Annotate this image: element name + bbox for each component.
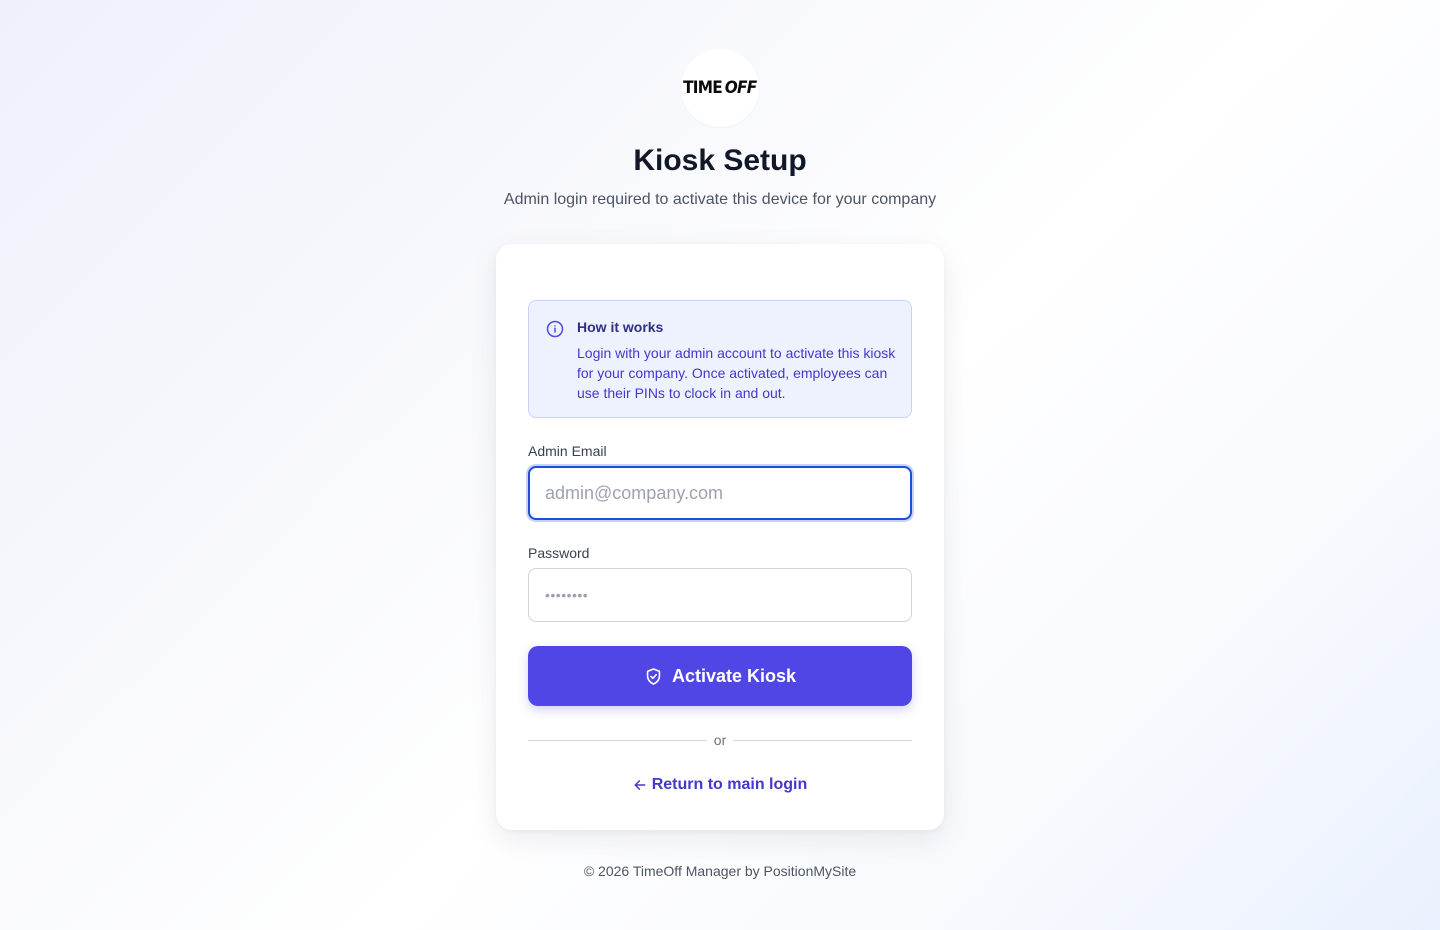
email-field[interactable]: admin@company.com bbox=[528, 466, 912, 520]
logo-off-text: OFF bbox=[724, 78, 757, 98]
page-title: Kiosk Setup bbox=[633, 144, 807, 177]
password-field[interactable]: •••••••• bbox=[528, 568, 912, 622]
return-to-login-link[interactable]: Return to main login bbox=[496, 776, 944, 794]
password-placeholder: •••••••• bbox=[545, 587, 589, 603]
info-icon bbox=[546, 320, 564, 338]
kiosk-setup-card: How it works Login with your admin accou… bbox=[496, 244, 944, 830]
brand-logo: TIME OFF bbox=[681, 49, 759, 127]
password-label: Password bbox=[528, 545, 590, 561]
logo-wordmark: TIME OFF bbox=[683, 78, 757, 98]
notice-title: How it works bbox=[577, 319, 664, 335]
footer-copyright: © 2026 TimeOff Manager by PositionMySite bbox=[583, 863, 857, 879]
activate-kiosk-label: Activate Kiosk bbox=[671, 665, 797, 686]
how-it-works-notice: How it works Login with your admin accou… bbox=[528, 300, 912, 418]
email-placeholder: admin@company.com bbox=[545, 482, 724, 503]
logo-time-text: TIME bbox=[683, 78, 723, 98]
notice-body: Login with your admin account to activat… bbox=[577, 345, 896, 401]
shield-check-icon bbox=[646, 667, 661, 685]
page-subtitle: Admin login required to activate this de… bbox=[503, 191, 937, 208]
divider-line-left bbox=[528, 739, 706, 741]
divider-text: or bbox=[713, 732, 727, 748]
email-label: Admin Email bbox=[528, 443, 607, 459]
arrow-left-icon bbox=[634, 780, 646, 790]
or-divider: or bbox=[528, 730, 913, 750]
divider-line-right bbox=[734, 739, 913, 741]
return-link-label: Return to main login bbox=[651, 776, 808, 793]
activate-kiosk-button[interactable]: Activate Kiosk bbox=[528, 646, 912, 706]
